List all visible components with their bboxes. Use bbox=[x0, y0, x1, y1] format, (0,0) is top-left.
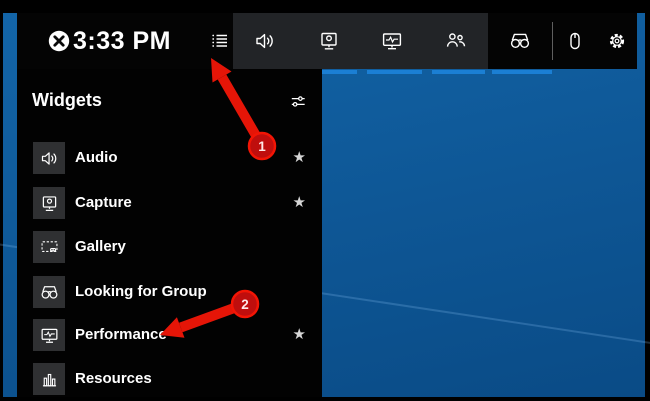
widget-item-label: Performance bbox=[75, 319, 167, 351]
widget-item-gallery[interactable]: Gallery bbox=[17, 231, 322, 263]
widget-menu-button[interactable] bbox=[203, 24, 237, 58]
performance-monitor-icon bbox=[380, 29, 404, 53]
capture-tile bbox=[33, 187, 65, 219]
performance-widget-button[interactable] bbox=[361, 13, 425, 69]
widget-item-label: Capture bbox=[75, 187, 132, 219]
gamebar-system-segment bbox=[488, 13, 637, 69]
active-underline-spotlight bbox=[492, 70, 552, 74]
widget-options-button[interactable] bbox=[282, 85, 314, 117]
settings-button[interactable] bbox=[597, 13, 637, 69]
mouse-passthrough-button[interactable] bbox=[553, 13, 597, 69]
widget-item-resources[interactable]: Resources bbox=[17, 363, 322, 395]
widget-list-icon bbox=[208, 29, 232, 53]
widgets-panel-title: Widgets bbox=[32, 90, 102, 111]
widget-item-looking-for-group[interactable]: Looking for Group bbox=[17, 276, 322, 308]
spotlight-button[interactable] bbox=[488, 13, 552, 69]
widget-item-label: Resources bbox=[75, 363, 152, 395]
performance-tile bbox=[33, 319, 65, 351]
speaker-icon bbox=[39, 148, 60, 169]
gallery-tile bbox=[33, 231, 65, 263]
binoculars-icon bbox=[508, 29, 532, 53]
xbox-logo-icon bbox=[48, 30, 70, 52]
gallery-icon bbox=[39, 237, 60, 258]
active-underline-performance bbox=[367, 70, 422, 74]
widget-item-performance[interactable]: Performance ★ bbox=[17, 319, 322, 351]
widget-item-capture[interactable]: Capture ★ bbox=[17, 187, 322, 219]
active-underline-lfg bbox=[432, 70, 485, 74]
resources-tile bbox=[33, 363, 65, 395]
gamebar-main-segment: 3:33 PM bbox=[17, 13, 233, 69]
widget-item-audio[interactable]: Audio ★ bbox=[17, 142, 322, 174]
capture-widget-button[interactable] bbox=[297, 13, 361, 69]
capture-icon bbox=[317, 29, 341, 53]
favorite-star-icon[interactable]: ★ bbox=[293, 187, 306, 219]
game-bar-screenshot: 3:33 PM bbox=[0, 0, 650, 401]
people-icon bbox=[444, 29, 468, 53]
widget-item-label: Gallery bbox=[75, 231, 126, 263]
binoculars-icon bbox=[39, 282, 60, 303]
gamebar-widget-toggles bbox=[233, 13, 488, 69]
speaker-icon bbox=[253, 29, 277, 53]
audio-tile bbox=[33, 142, 65, 174]
widget-item-label: Looking for Group bbox=[75, 276, 207, 308]
widgets-panel: Widgets Audio ★ Capture ★ Gallery Lookin… bbox=[17, 69, 322, 397]
lfg-tile bbox=[33, 276, 65, 308]
favorite-star-icon[interactable]: ★ bbox=[293, 142, 306, 174]
clock: 3:33 PM bbox=[70, 13, 174, 69]
gear-icon bbox=[606, 30, 628, 52]
bar-chart-icon bbox=[39, 369, 60, 390]
looking-for-group-button[interactable] bbox=[424, 13, 488, 69]
favorite-star-icon[interactable]: ★ bbox=[293, 319, 306, 351]
mouse-icon bbox=[563, 29, 587, 53]
widget-item-label: Audio bbox=[75, 142, 118, 174]
sliders-icon bbox=[288, 91, 308, 111]
audio-widget-button[interactable] bbox=[233, 13, 297, 69]
performance-monitor-icon bbox=[39, 325, 60, 346]
capture-icon bbox=[39, 193, 60, 214]
